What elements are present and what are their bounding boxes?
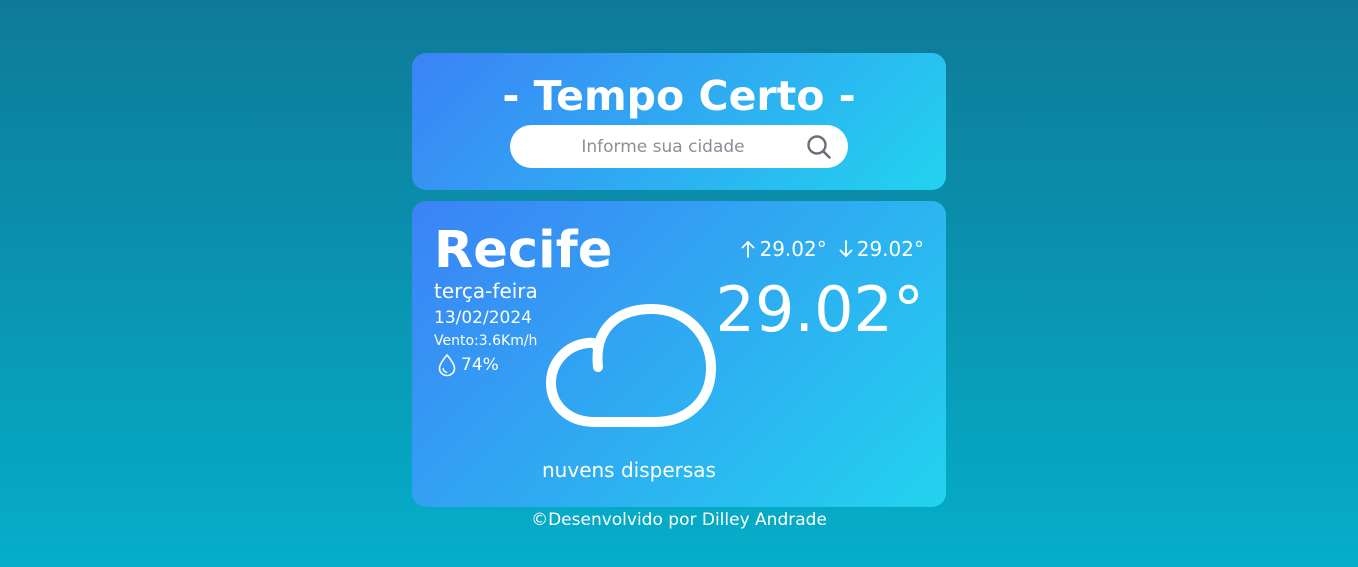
arrow-up-icon — [739, 239, 757, 259]
header-card: - Tempo Certo - — [412, 53, 946, 190]
cloud-icon — [545, 301, 717, 431]
weather-card: Recife terça-feira 13/02/2024 Vento:3.6K… — [412, 201, 946, 507]
date: 13/02/2024 — [434, 308, 532, 328]
min-max-temperature: 29.02° 29.02° — [739, 237, 924, 261]
app-title: - Tempo Certo - — [502, 72, 856, 120]
current-temperature: 29.02° — [715, 273, 925, 346]
humidity-value: 74% — [461, 355, 499, 375]
search-input[interactable] — [528, 125, 798, 168]
droplet-icon — [436, 353, 458, 377]
arrow-down-icon — [837, 239, 855, 259]
city-name: Recife — [434, 221, 613, 280]
search-box[interactable] — [510, 125, 848, 168]
wind-speed: Vento:3.6Km/h — [434, 333, 538, 349]
humidity: 74% — [436, 353, 499, 377]
max-temperature: 29.02° — [759, 237, 827, 261]
weather-condition: nuvens dispersas — [542, 458, 716, 482]
weekday: terça-feira — [434, 279, 538, 303]
min-temperature: 29.02° — [856, 237, 924, 261]
search-icon[interactable] — [805, 133, 833, 161]
footer-credit: ©Desenvolvido por Dilley Andrade — [531, 510, 827, 530]
